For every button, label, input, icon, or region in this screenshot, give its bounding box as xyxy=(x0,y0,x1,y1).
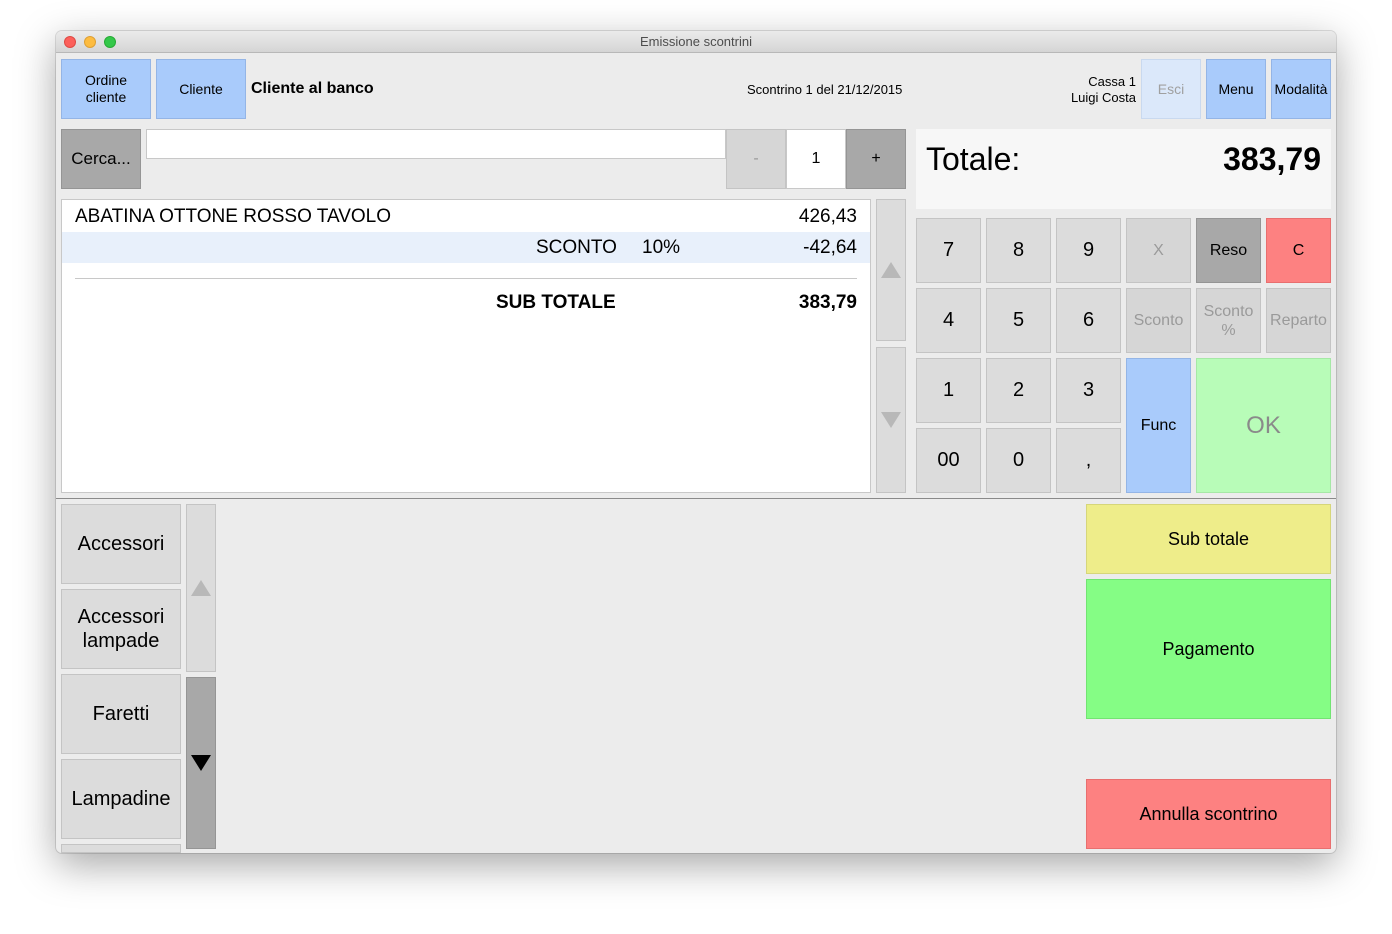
key-x[interactable]: X xyxy=(1126,218,1191,283)
discount-percent: 10% xyxy=(642,237,681,258)
ok-button[interactable]: OK xyxy=(1196,358,1331,493)
category-button-lampadine[interactable]: Lampadine xyxy=(61,759,181,839)
arrow-up-icon xyxy=(881,262,901,278)
func-button[interactable]: Func xyxy=(1126,358,1191,493)
quantity-field[interactable]: 1 xyxy=(786,129,846,189)
subtotal-value: 383,79 xyxy=(798,292,857,313)
list-scroll-down-button[interactable] xyxy=(876,347,906,493)
window-title: Emissione scontrini xyxy=(640,34,752,49)
receipt-info: Scontrino 1 del 21/12/2015 xyxy=(747,82,903,97)
category-button-faretti[interactable]: Faretti xyxy=(61,674,181,754)
zoom-window-icon[interactable] xyxy=(104,36,116,48)
total-value: 383,79 xyxy=(1223,141,1321,177)
cerca-button[interactable]: Cerca... xyxy=(61,129,141,189)
category-scroll-up-button[interactable] xyxy=(186,504,216,672)
annulla-scontrino-button[interactable]: Annulla scontrino xyxy=(1086,779,1331,849)
operator-name: Luigi Costa xyxy=(1070,90,1136,105)
key-1[interactable]: 1 xyxy=(916,358,981,423)
discount-row[interactable]: SCONTO 10% -42,64 xyxy=(62,232,870,263)
divider xyxy=(75,278,857,279)
customer-name: Cliente al banco xyxy=(251,80,374,97)
list-scroll-up-button[interactable] xyxy=(876,199,906,341)
discount-amount: -42,64 xyxy=(803,237,857,258)
sconto-button[interactable]: Sconto xyxy=(1126,288,1191,353)
total-display: Totale: 383,79 xyxy=(916,129,1331,209)
key-9[interactable]: 9 xyxy=(1056,218,1121,283)
arrow-up-icon xyxy=(191,580,211,596)
category-button-accessori-lampade[interactable]: Accessori lampade xyxy=(61,589,181,669)
close-window-icon[interactable] xyxy=(64,36,76,48)
key-5[interactable]: 5 xyxy=(986,288,1051,353)
sconto-percent-button[interactable]: Sconto % xyxy=(1196,288,1261,353)
item-name: ABATINA OTTONE ROSSO TAVOLO xyxy=(75,206,392,227)
total-label: Totale: xyxy=(926,141,1021,177)
key-4[interactable]: 4 xyxy=(916,288,981,353)
quantity-plus-button[interactable]: + xyxy=(846,129,906,189)
reparto-button[interactable]: Reparto xyxy=(1266,288,1331,353)
key-6[interactable]: 6 xyxy=(1056,288,1121,353)
key-7[interactable]: 7 xyxy=(916,218,981,283)
quantity-minus-button[interactable]: - xyxy=(726,129,786,189)
discount-label: SCONTO xyxy=(536,237,617,258)
minimize-window-icon[interactable] xyxy=(84,36,96,48)
esci-button[interactable]: Esci xyxy=(1141,59,1201,119)
key-2[interactable]: 2 xyxy=(986,358,1051,423)
section-divider xyxy=(56,498,1336,499)
menu-button[interactable]: Menu xyxy=(1206,59,1266,119)
key-8[interactable]: 8 xyxy=(986,218,1051,283)
category-scroll-down-button[interactable] xyxy=(186,677,216,849)
list-item[interactable]: ABATINA OTTONE ROSSO TAVOLO 426,43 xyxy=(62,200,870,232)
title-bar: Emissione scontrini xyxy=(56,31,1336,53)
ordine-cliente-button[interactable]: Ordine cliente xyxy=(61,59,151,119)
app-window: Emissione scontrini Ordine cliente Clien… xyxy=(56,31,1336,853)
category-button-accessori[interactable]: Accessori xyxy=(61,504,181,584)
arrow-down-icon xyxy=(191,755,211,771)
arrow-down-icon xyxy=(881,412,901,428)
search-input[interactable] xyxy=(146,129,726,159)
pagamento-button[interactable]: Pagamento xyxy=(1086,579,1331,719)
category-button-partial[interactable] xyxy=(61,844,181,853)
receipt-list: ABATINA OTTONE ROSSO TAVOLO 426,43 SCONT… xyxy=(61,199,871,493)
key-comma[interactable]: , xyxy=(1056,428,1121,493)
key-0[interactable]: 0 xyxy=(986,428,1051,493)
key-3[interactable]: 3 xyxy=(1056,358,1121,423)
register-name: Cassa 1 xyxy=(1088,74,1136,89)
sub-totale-button[interactable]: Sub totale xyxy=(1086,504,1331,574)
cliente-button[interactable]: Cliente xyxy=(156,59,246,119)
subtotal-label: SUB TOTALE xyxy=(496,292,616,313)
key-00[interactable]: 00 xyxy=(916,428,981,493)
clear-button[interactable]: C xyxy=(1266,218,1331,283)
modalita-button[interactable]: Modalità xyxy=(1271,59,1331,119)
item-price: 426,43 xyxy=(798,206,857,227)
reso-button[interactable]: Reso xyxy=(1196,218,1261,283)
